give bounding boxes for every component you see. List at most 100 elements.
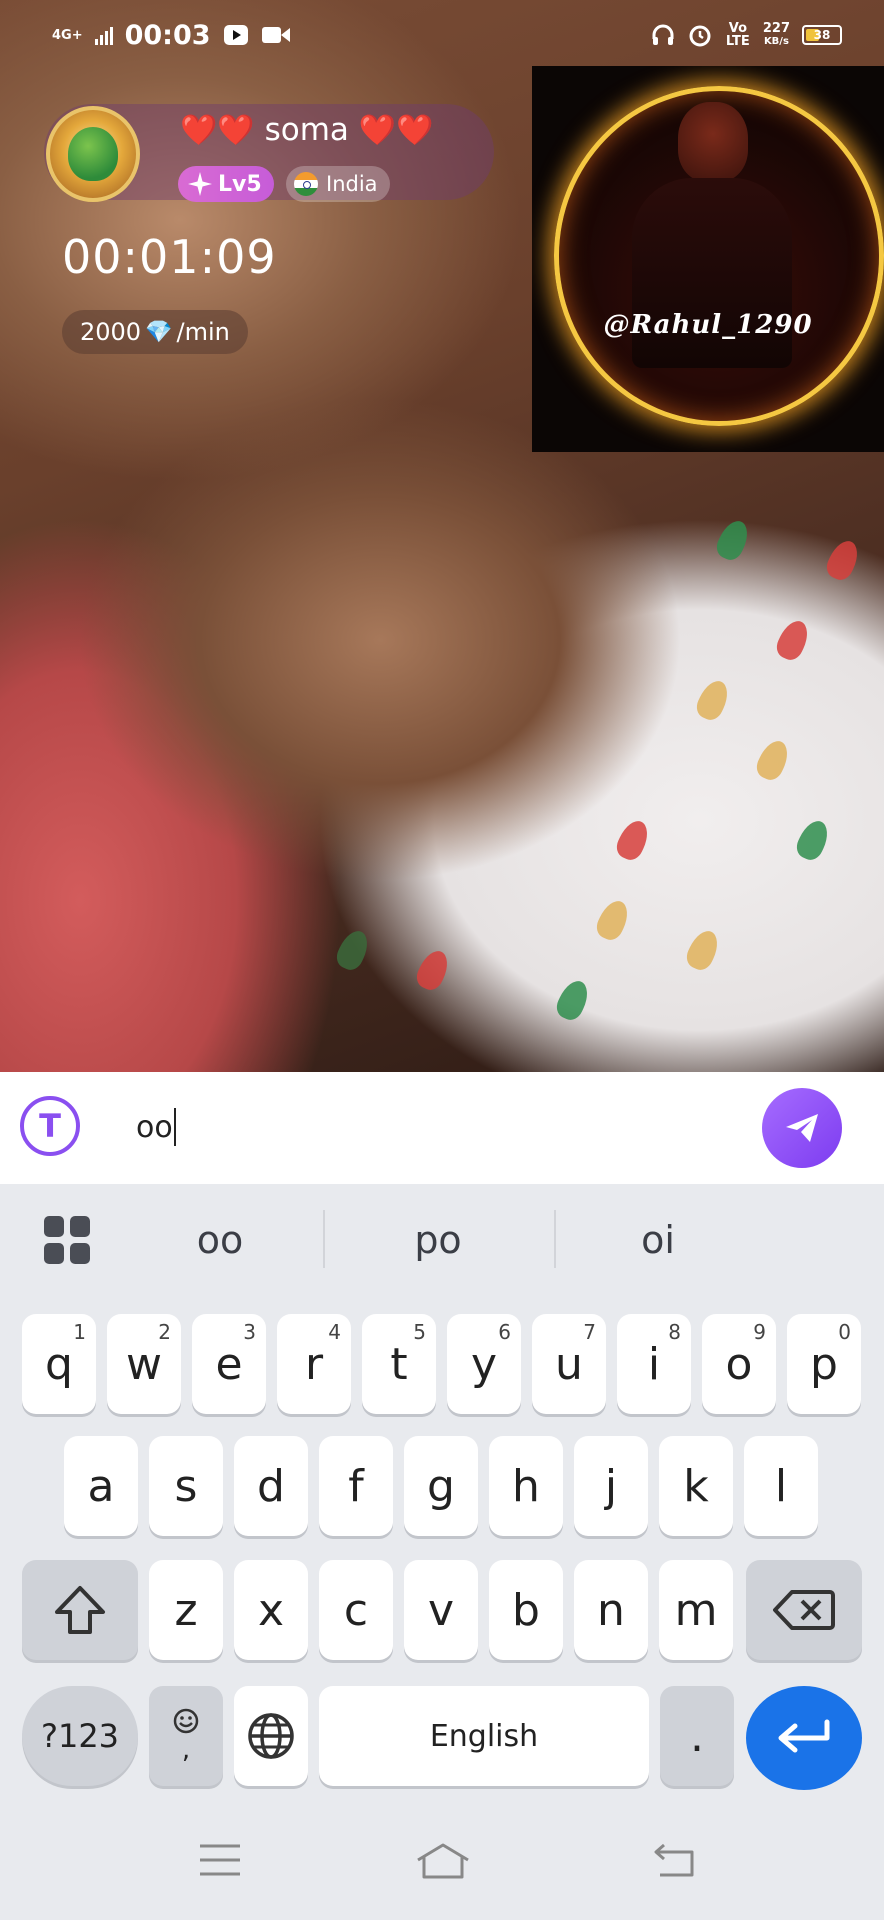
key-h[interactable]: h bbox=[489, 1436, 563, 1536]
youtube-icon bbox=[223, 25, 248, 45]
alarm-icon bbox=[689, 25, 711, 47]
key-x[interactable]: x bbox=[234, 1560, 308, 1660]
key-p[interactable]: p0 bbox=[787, 1314, 861, 1414]
language-key[interactable] bbox=[234, 1686, 308, 1786]
key-y[interactable]: y6 bbox=[447, 1314, 521, 1414]
dress-pattern bbox=[712, 516, 754, 564]
level-text: Lv5 bbox=[218, 171, 262, 197]
battery-icon: 38 bbox=[802, 25, 842, 45]
dress-pattern bbox=[792, 816, 834, 864]
message-input[interactable] bbox=[136, 1102, 736, 1152]
key-label: o bbox=[725, 1338, 753, 1390]
emoji-icon bbox=[173, 1708, 199, 1734]
country-badge: India bbox=[286, 166, 390, 202]
dress-pattern bbox=[682, 926, 724, 974]
host-name: ❤️❤️ soma ❤️❤️ bbox=[180, 112, 433, 148]
symbols-key[interactable]: ?123 bbox=[22, 1686, 138, 1786]
key-hint: 2 bbox=[158, 1320, 171, 1344]
host-name-text: soma bbox=[264, 112, 349, 148]
enter-icon bbox=[778, 1719, 830, 1753]
suggestion-1[interactable]: oo bbox=[130, 1218, 310, 1262]
key-hint: 9 bbox=[753, 1320, 766, 1344]
backspace-icon bbox=[773, 1590, 835, 1630]
backspace-key[interactable] bbox=[746, 1560, 862, 1660]
status-right: Vo LTE 227 KB/s 38 bbox=[651, 22, 842, 48]
dress-pattern bbox=[592, 896, 634, 944]
text-cursor bbox=[174, 1108, 176, 1146]
translate-icon[interactable]: T bbox=[20, 1096, 80, 1156]
figure-head bbox=[678, 102, 748, 182]
shift-key[interactable] bbox=[22, 1560, 138, 1660]
hearts-left: ❤️❤️ bbox=[180, 113, 255, 148]
key-u[interactable]: u7 bbox=[532, 1314, 606, 1414]
key-m[interactable]: m bbox=[659, 1560, 733, 1660]
key-label: w bbox=[126, 1338, 162, 1390]
parrot-icon bbox=[68, 127, 118, 181]
key-n[interactable]: n bbox=[574, 1560, 648, 1660]
back-icon[interactable] bbox=[652, 1842, 696, 1878]
volte-indicator: Vo LTE bbox=[725, 21, 750, 49]
key-hint: 6 bbox=[498, 1320, 511, 1344]
key-k[interactable]: k bbox=[659, 1436, 733, 1536]
diamond-icon: 💎 bbox=[145, 319, 173, 345]
key-label: e bbox=[215, 1338, 243, 1390]
signal-icon bbox=[94, 27, 113, 45]
clock: 00:03 bbox=[124, 19, 211, 51]
video-call-icon bbox=[261, 27, 290, 43]
apps-grid-icon[interactable] bbox=[44, 1216, 92, 1264]
suggestion-2[interactable]: po bbox=[348, 1218, 528, 1262]
period-key[interactable]: . bbox=[660, 1686, 734, 1786]
dress-pattern bbox=[552, 976, 594, 1024]
key-f[interactable]: f bbox=[319, 1436, 393, 1536]
key-o[interactable]: o9 bbox=[702, 1314, 776, 1414]
send-button[interactable] bbox=[762, 1088, 842, 1168]
host-avatar[interactable] bbox=[46, 106, 140, 202]
send-icon bbox=[786, 1114, 818, 1142]
suggestion-bar: oo po oi bbox=[0, 1184, 884, 1288]
rate-amount: 2000 bbox=[80, 318, 142, 346]
home-icon[interactable] bbox=[414, 1842, 472, 1880]
local-video-pip[interactable]: @Rahul_1290 bbox=[532, 66, 884, 452]
key-label: u bbox=[555, 1338, 583, 1390]
globe-icon bbox=[248, 1713, 294, 1759]
menu-icon[interactable] bbox=[198, 1842, 242, 1878]
key-c[interactable]: c bbox=[319, 1560, 393, 1660]
key-r[interactable]: r4 bbox=[277, 1314, 351, 1414]
status-bar: 4G+ 00:03 Vo LTE 227 KB/s 38 bbox=[0, 0, 884, 70]
dress-pattern bbox=[822, 536, 864, 584]
key-w[interactable]: w2 bbox=[107, 1314, 181, 1414]
key-z[interactable]: z bbox=[149, 1560, 223, 1660]
network-indicator: 4G+ bbox=[52, 27, 83, 43]
suggestion-divider bbox=[554, 1210, 556, 1268]
space-key[interactable]: English bbox=[319, 1686, 649, 1786]
key-l[interactable]: l bbox=[744, 1436, 818, 1536]
translate-letter: T bbox=[39, 1107, 61, 1145]
enter-key[interactable] bbox=[746, 1686, 862, 1790]
speed-unit: KB/s bbox=[763, 36, 789, 47]
call-rate: 2000 💎 /min bbox=[62, 310, 248, 354]
level-badge: Lv5 bbox=[178, 166, 274, 202]
suggestion-divider bbox=[323, 1210, 325, 1268]
key-label: p bbox=[810, 1338, 838, 1390]
key-hint: 1 bbox=[73, 1320, 86, 1344]
key-t[interactable]: t5 bbox=[362, 1314, 436, 1414]
key-v[interactable]: v bbox=[404, 1560, 478, 1660]
key-g[interactable]: g bbox=[404, 1436, 478, 1536]
emoji-key[interactable]: , bbox=[149, 1686, 223, 1786]
key-e[interactable]: e3 bbox=[192, 1314, 266, 1414]
dress-pattern bbox=[752, 736, 794, 784]
key-a[interactable]: a bbox=[64, 1436, 138, 1536]
key-hint: 5 bbox=[413, 1320, 426, 1344]
key-hint: 4 bbox=[328, 1320, 341, 1344]
key-hint: 3 bbox=[243, 1320, 256, 1344]
suggestion-3[interactable]: oi bbox=[568, 1218, 748, 1262]
key-j[interactable]: j bbox=[574, 1436, 648, 1536]
key-label: t bbox=[390, 1338, 408, 1390]
key-label: q bbox=[45, 1338, 73, 1390]
key-d[interactable]: d bbox=[234, 1436, 308, 1536]
key-b[interactable]: b bbox=[489, 1560, 563, 1660]
hearts-right: ❤️❤️ bbox=[358, 113, 434, 148]
key-q[interactable]: q1 bbox=[22, 1314, 96, 1414]
key-s[interactable]: s bbox=[149, 1436, 223, 1536]
key-i[interactable]: i8 bbox=[617, 1314, 691, 1414]
